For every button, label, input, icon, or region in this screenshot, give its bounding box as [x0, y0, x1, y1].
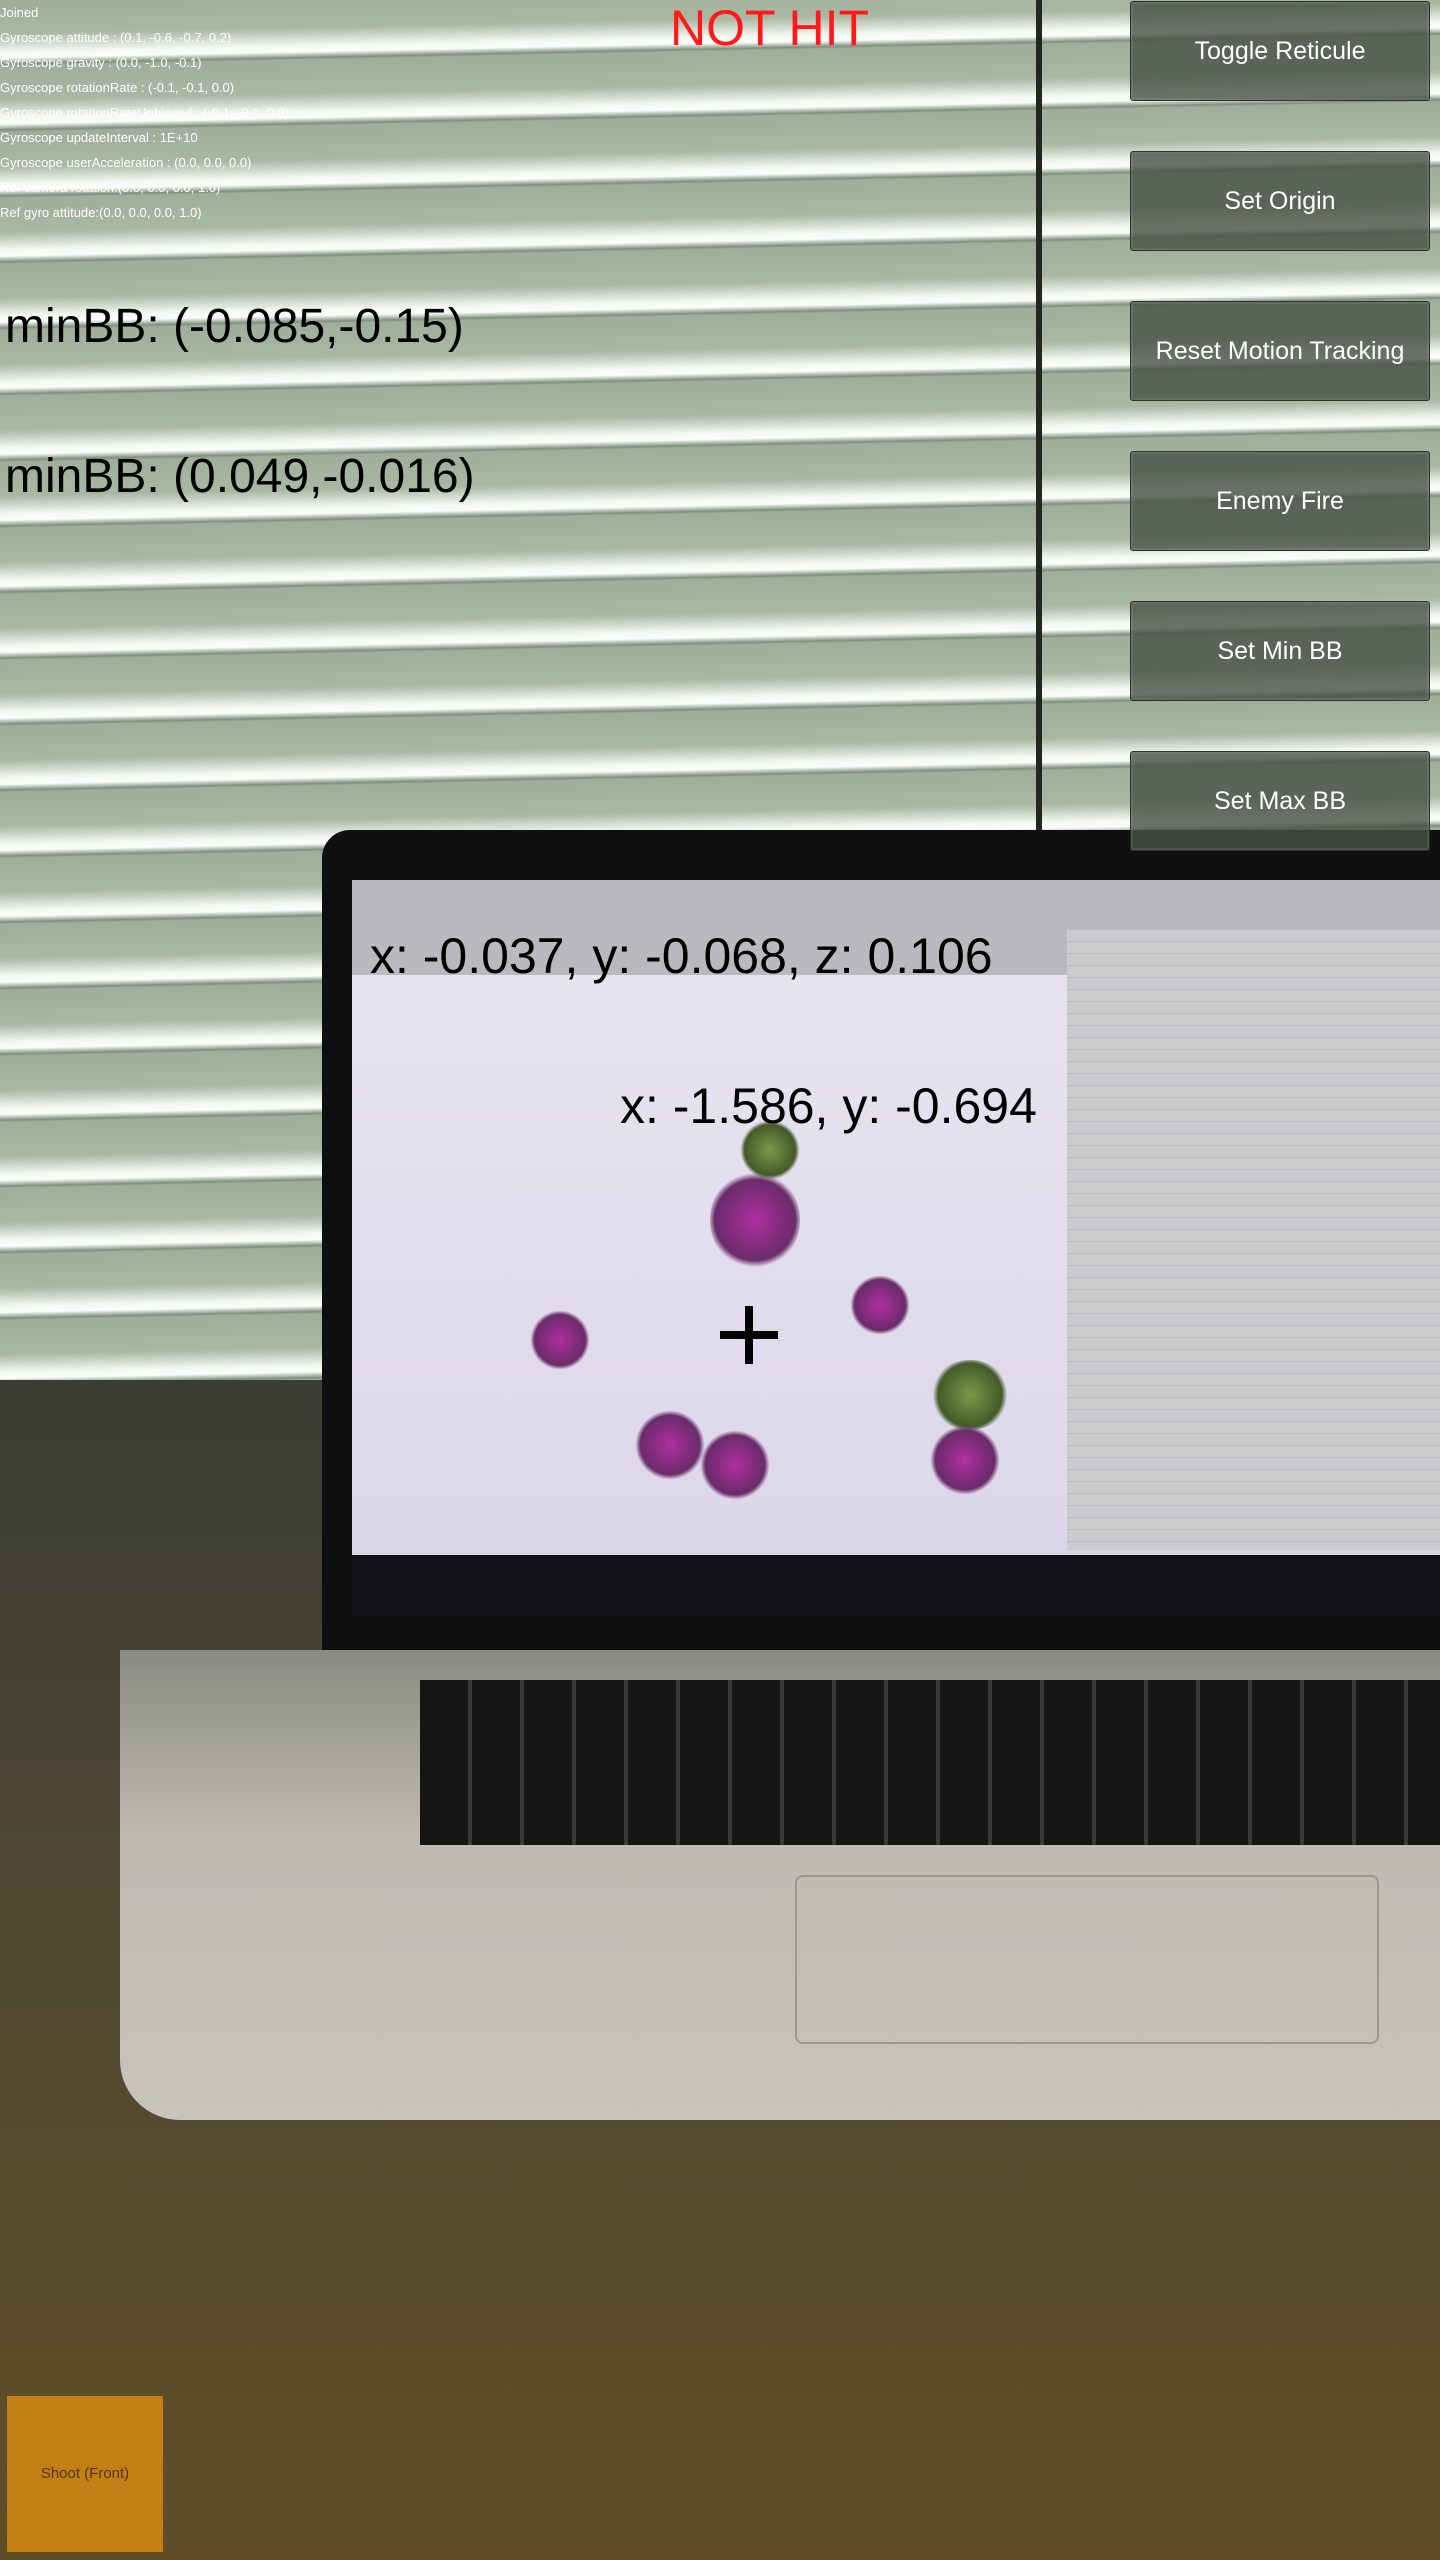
reticule-crosshair-icon — [720, 1306, 778, 1364]
shoot-front-button[interactable]: Shoot (Front) — [7, 2396, 163, 2552]
scene-sprite — [930, 1425, 1000, 1495]
debug-line: Ref camera rotation:(0.0, 0.0, 0.0, 1.0) — [0, 180, 221, 195]
set-max-bb-button[interactable]: Set Max BB — [1130, 751, 1430, 851]
laptop-trackpad — [795, 1875, 1379, 2044]
debug-line: Gyroscope rotationRateUnbiased : (-0.1, … — [0, 105, 290, 120]
set-min-bb-button[interactable]: Set Min BB — [1130, 601, 1430, 701]
laptop-keyboard — [420, 1680, 1440, 1845]
reset-motion-tracking-button[interactable]: Reset Motion Tracking — [1130, 301, 1430, 401]
hit-status: NOT HIT — [670, 0, 870, 56]
scene-sprite — [700, 1430, 770, 1500]
scene-sprite — [710, 1170, 800, 1270]
debug-line: Gyroscope rotationRate : (-0.1, -0.1, 0.… — [0, 80, 235, 95]
debug-line: Gyroscope userAcceleration : (0.0, 0.0, … — [0, 155, 252, 170]
debug-line: Gyroscope attitude : (0.1, -0.6, -0.7, 0… — [0, 30, 232, 45]
enemy-fire-button[interactable]: Enemy Fire — [1130, 451, 1430, 551]
blind-cord — [1036, 0, 1042, 840]
laptop-screen-panels — [1067, 930, 1440, 1550]
world-position-readout: x: -0.037, y: -0.068, z: 0.106 — [370, 928, 993, 984]
laptop-screen-taskbar — [352, 1555, 1440, 1615]
debug-line: Gyroscope updateInterval : 1E+10 — [0, 130, 198, 145]
set-origin-button[interactable]: Set Origin — [1130, 151, 1430, 251]
scene-sprite — [850, 1275, 910, 1335]
screen-position-readout: x: -1.586, y: -0.694 — [620, 1078, 1037, 1134]
min-bb-readout: minBB: (-0.085,-0.15) — [5, 300, 464, 353]
gyroscope-debug-panel: Joined Gyroscope attitude : (0.1, -0.6, … — [0, 0, 289, 225]
scene-sprite — [530, 1310, 590, 1370]
debug-line: Joined — [0, 5, 39, 20]
max-bb-readout: minBB: (0.049,-0.016) — [5, 450, 475, 503]
toggle-reticule-button[interactable]: Toggle Reticule — [1130, 1, 1430, 101]
scene-sprite — [635, 1410, 705, 1480]
debug-line: Gyroscope gravity : (0.0, -1.0, -0.1) — [0, 55, 202, 70]
scene-sprite — [930, 1360, 1010, 1430]
debug-line: Ref gyro attitude:(0.0, 0.0, 0.0, 1.0) — [0, 205, 202, 220]
